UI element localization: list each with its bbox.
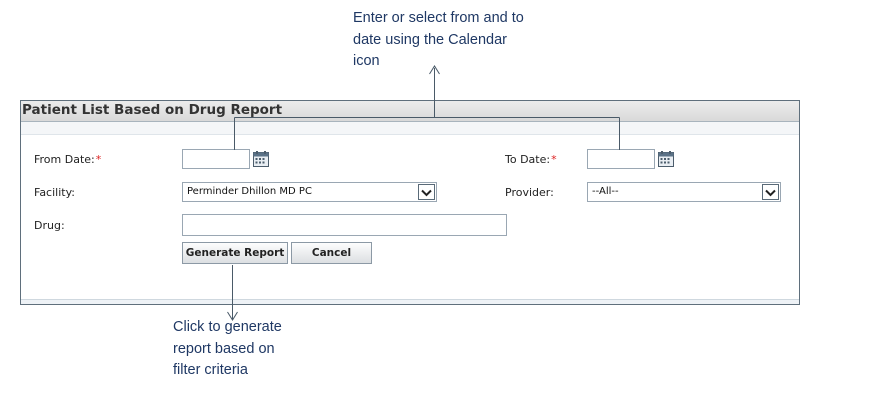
annotation-top: Enter or select from and to date using t… [353, 8, 573, 73]
facility-selected-value: Perminder Dhillon MD PC [187, 186, 312, 197]
to-date-label: To Date:* [505, 153, 557, 166]
annotation-bottom: Click to generate report based on filter… [173, 317, 323, 382]
required-marker: * [95, 153, 102, 166]
drug-input[interactable] [182, 214, 507, 236]
from-date-input[interactable] [182, 149, 250, 169]
annotation-top-line-2: date using the Calendar [353, 31, 507, 48]
from-date-label: From Date:* [34, 153, 102, 166]
annotation-bottom-line-2: report based on [173, 340, 275, 357]
chevron-down-icon[interactable] [418, 184, 435, 200]
cancel-button[interactable]: Cancel [291, 242, 372, 264]
chevron-down-icon[interactable] [762, 184, 779, 200]
annotation-bottom-line-3: filter criteria [173, 362, 248, 378]
facility-label: Facility: [34, 186, 76, 199]
report-panel: Patient List Based on Drug Report From D… [20, 100, 800, 305]
generate-report-button[interactable]: Generate Report [182, 242, 288, 264]
facility-select[interactable]: Perminder Dhillon MD PC [182, 182, 437, 202]
calendar-icon[interactable] [252, 150, 270, 168]
provider-label: Provider: [505, 186, 554, 199]
panel-footer [21, 299, 799, 304]
panel-header: Patient List Based on Drug Report [21, 101, 799, 122]
provider-selected-value: --All-- [592, 186, 619, 197]
annotation-top-line-1: Enter or select from and to [353, 10, 524, 26]
drug-label: Drug: [34, 219, 65, 232]
to-date-input[interactable] [587, 149, 655, 169]
required-marker: * [551, 153, 557, 166]
panel-subheader [21, 122, 799, 135]
annotation-bottom-line-1: Click to generate [173, 319, 282, 335]
panel-title: Patient List Based on Drug Report [22, 102, 283, 118]
calendar-icon[interactable] [657, 150, 675, 168]
provider-select[interactable]: --All-- [587, 182, 781, 202]
annotation-top-line-3: icon [353, 53, 380, 69]
